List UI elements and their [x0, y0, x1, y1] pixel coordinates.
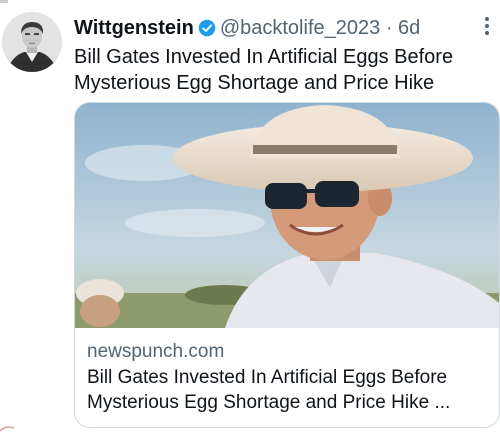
separator-dot: · [385, 17, 393, 39]
more-icon[interactable] [482, 14, 492, 40]
card-image [75, 103, 499, 328]
timestamp[interactable]: 6d [398, 17, 420, 39]
card-title: Bill Gates Invested In Artificial Eggs B… [87, 365, 489, 415]
tweet-text: Bill Gates Invested In Artificial Eggs B… [74, 44, 494, 96]
link-card[interactable]: newspunch.com Bill Gates Invested In Art… [74, 102, 500, 428]
author-name[interactable]: Wittgenstein [74, 17, 194, 39]
cropped-bottom-fragment [0, 426, 15, 432]
tweet-text-line-2: Mysterious Egg Shortage and Price Hike [74, 72, 435, 94]
verified-badge-icon [198, 19, 216, 37]
card-domain: newspunch.com [87, 341, 225, 362]
card-meta: newspunch.com Bill Gates Invested In Art… [87, 339, 489, 415]
avatar-portrait [2, 12, 62, 72]
cropped-top-fragment [0, 0, 8, 3]
card-title-line-1: Bill Gates Invested In Artificial Eggs B… [87, 367, 448, 388]
avatar[interactable] [2, 12, 62, 72]
tweet-header: Wittgenstein @backtolife_2023 · 6d [74, 16, 490, 40]
tweet-text-line-1: Bill Gates Invested In Artificial Eggs B… [74, 46, 454, 68]
card-title-line-2: Mysterious Egg Shortage and Price Hike .… [87, 392, 451, 413]
author-handle[interactable]: @backtolife_2023 [220, 17, 380, 39]
